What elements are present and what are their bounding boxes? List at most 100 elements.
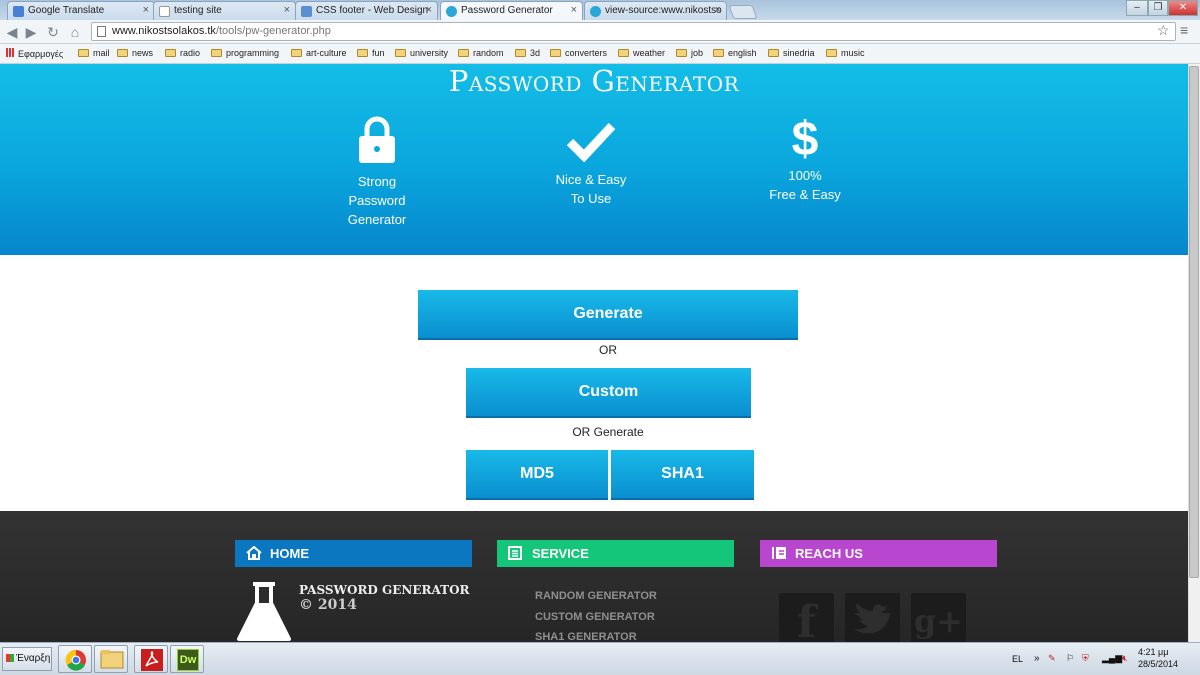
address-bar[interactable]: www.nikostsolakos.tk/tools/pw-generator.… (91, 22, 1176, 41)
bookmark-folder[interactable]: converters (550, 48, 607, 58)
folder-icon (768, 49, 779, 57)
folder-icon (117, 49, 128, 57)
tab-label: Password Generator (461, 5, 553, 16)
bookmark-label: sinedria (783, 48, 815, 58)
clock-date[interactable]: 28/5/2014 (1138, 659, 1178, 669)
taskbar-chrome[interactable] (58, 645, 92, 673)
facebook-icon[interactable]: f (779, 593, 834, 648)
tab-css-footer[interactable]: CSS footer - Web Design × (295, 1, 438, 20)
reload-icon[interactable]: ↻ (44, 23, 62, 41)
close-tab-icon[interactable]: × (571, 4, 577, 16)
folder-icon (291, 49, 302, 57)
folder-icon (618, 49, 629, 57)
bookmark-folder[interactable]: news (117, 48, 153, 58)
close-tab-icon[interactable]: × (284, 4, 290, 16)
taskbar-explorer[interactable] (94, 645, 128, 673)
url-domain: www.nikostsolakos.tk (112, 25, 216, 37)
md5-button[interactable]: MD5 (466, 450, 608, 500)
language-indicator[interactable]: EL (1012, 654, 1023, 664)
back-arrow-icon[interactable]: ◀ (3, 23, 21, 41)
bookmark-folder[interactable]: art-culture (291, 48, 347, 58)
scrollbar-thumb[interactable] (1189, 66, 1199, 578)
webdesign-favicon-icon (301, 6, 312, 17)
footer-reach-heading[interactable]: REACH US (760, 540, 997, 567)
folder-icon (211, 49, 222, 57)
dreamweaver-icon: Dw (177, 649, 199, 671)
bookmarks-bar: Εφαρμογές mail news radio programming ar… (0, 44, 1200, 64)
bookmark-folder[interactable]: 3d (515, 48, 540, 58)
bookmark-folder[interactable]: sinedria (768, 48, 815, 58)
footer-link-random[interactable]: RANDOM GENERATOR (535, 590, 657, 602)
security-icon[interactable]: ⛨ (1082, 653, 1089, 664)
bookmark-label: random (473, 48, 504, 58)
clock-time[interactable]: 4:21 μμ (1138, 647, 1168, 657)
close-tab-icon[interactable]: × (143, 4, 149, 16)
sha1-button[interactable]: SHA1 (611, 450, 754, 500)
tab-view-source[interactable]: view-source:www.nikostso × (584, 1, 727, 20)
bookmark-label: music (841, 48, 865, 58)
close-window-button[interactable]: ✕ (1168, 0, 1198, 16)
folder-icon (515, 49, 526, 57)
twitter-icon[interactable] (845, 593, 900, 643)
tab-google-translate[interactable]: Google Translate × (7, 1, 155, 20)
footer-heading-label: SERVICE (532, 546, 589, 561)
bookmark-label: 3d (530, 48, 541, 58)
footer-service-heading[interactable]: SERVICE (497, 540, 734, 567)
folder-icon (458, 49, 469, 57)
expand-tray-icon[interactable]: » (1034, 653, 1040, 664)
site-favicon-icon (446, 6, 457, 17)
close-tab-icon[interactable]: × (426, 4, 432, 16)
bookmark-star-icon[interactable]: ☆ (1157, 22, 1170, 39)
tab-password-generator[interactable]: Password Generator × (440, 1, 583, 20)
google-translate-favicon-icon (13, 6, 24, 17)
bookmark-folder[interactable]: radio (165, 48, 200, 58)
bookmark-folder[interactable]: job (676, 48, 703, 58)
bookmark-folder[interactable]: english (713, 48, 757, 58)
tab-label: view-source:www.nikostso (605, 5, 722, 16)
bookmark-folder[interactable]: music (826, 48, 865, 58)
bookmark-label: university (410, 48, 449, 58)
taskbar-acrobat[interactable] (134, 645, 168, 673)
or-label: OR (599, 343, 617, 357)
bookmark-label: news (132, 48, 154, 58)
start-button[interactable]: Έναρξη (2, 647, 52, 671)
flask-icon (237, 582, 291, 641)
google-plus-icon[interactable]: g+ (911, 593, 966, 643)
bookmark-label: programming (226, 48, 280, 58)
update-icon[interactable]: ✎ (1048, 653, 1056, 664)
bookmark-folder[interactable]: random (458, 48, 504, 58)
restore-window-button[interactable]: ❐ (1148, 0, 1168, 16)
taskbar-dreamweaver[interactable]: Dw (170, 645, 204, 673)
bookmark-folder[interactable]: weather (618, 48, 665, 58)
or-generate-label: OR Generate (572, 425, 644, 439)
minimize-window-button[interactable]: – (1126, 0, 1148, 16)
bookmark-folder[interactable]: mail (78, 48, 110, 58)
footer-home-heading[interactable]: HOME (235, 540, 472, 567)
page-icon (97, 26, 106, 37)
volume-muted-icon[interactable]: 🔇︎ (1122, 653, 1128, 664)
feature-text: Strong (357, 174, 397, 189)
custom-button[interactable]: Custom (466, 368, 751, 418)
apps-bookmark[interactable]: Εφαρμογές (6, 48, 63, 59)
flag-icon[interactable]: ⚐ (1066, 653, 1074, 664)
footer-link-custom[interactable]: CUSTOM GENERATOR (535, 611, 655, 623)
bookmark-folder[interactable]: programming (211, 48, 279, 58)
bookmark-folder[interactable]: university (395, 48, 448, 58)
start-label: Έναρξη (16, 653, 51, 664)
tab-testing-site[interactable]: testing site × (153, 1, 296, 20)
page-title: Password Generator (448, 64, 740, 98)
close-tab-icon[interactable]: × (715, 4, 721, 16)
new-tab-button[interactable] (728, 5, 758, 19)
generate-button[interactable]: Generate (418, 290, 798, 340)
footer-heading-label: HOME (270, 546, 309, 561)
menu-icon[interactable]: ≡ (1180, 22, 1188, 38)
feature-text: Generator (347, 212, 407, 227)
bookmark-folder[interactable]: fun (357, 48, 385, 58)
forward-arrow-icon[interactable]: ▶ (22, 23, 40, 41)
network-icon[interactable]: ▂▄▆ (1102, 653, 1122, 664)
home-icon[interactable]: ⌂ (66, 23, 84, 41)
bookmark-label: english (728, 48, 757, 58)
folder-icon (395, 49, 406, 57)
folder-icon (357, 49, 368, 57)
footer-heading-label: REACH US (795, 546, 863, 561)
